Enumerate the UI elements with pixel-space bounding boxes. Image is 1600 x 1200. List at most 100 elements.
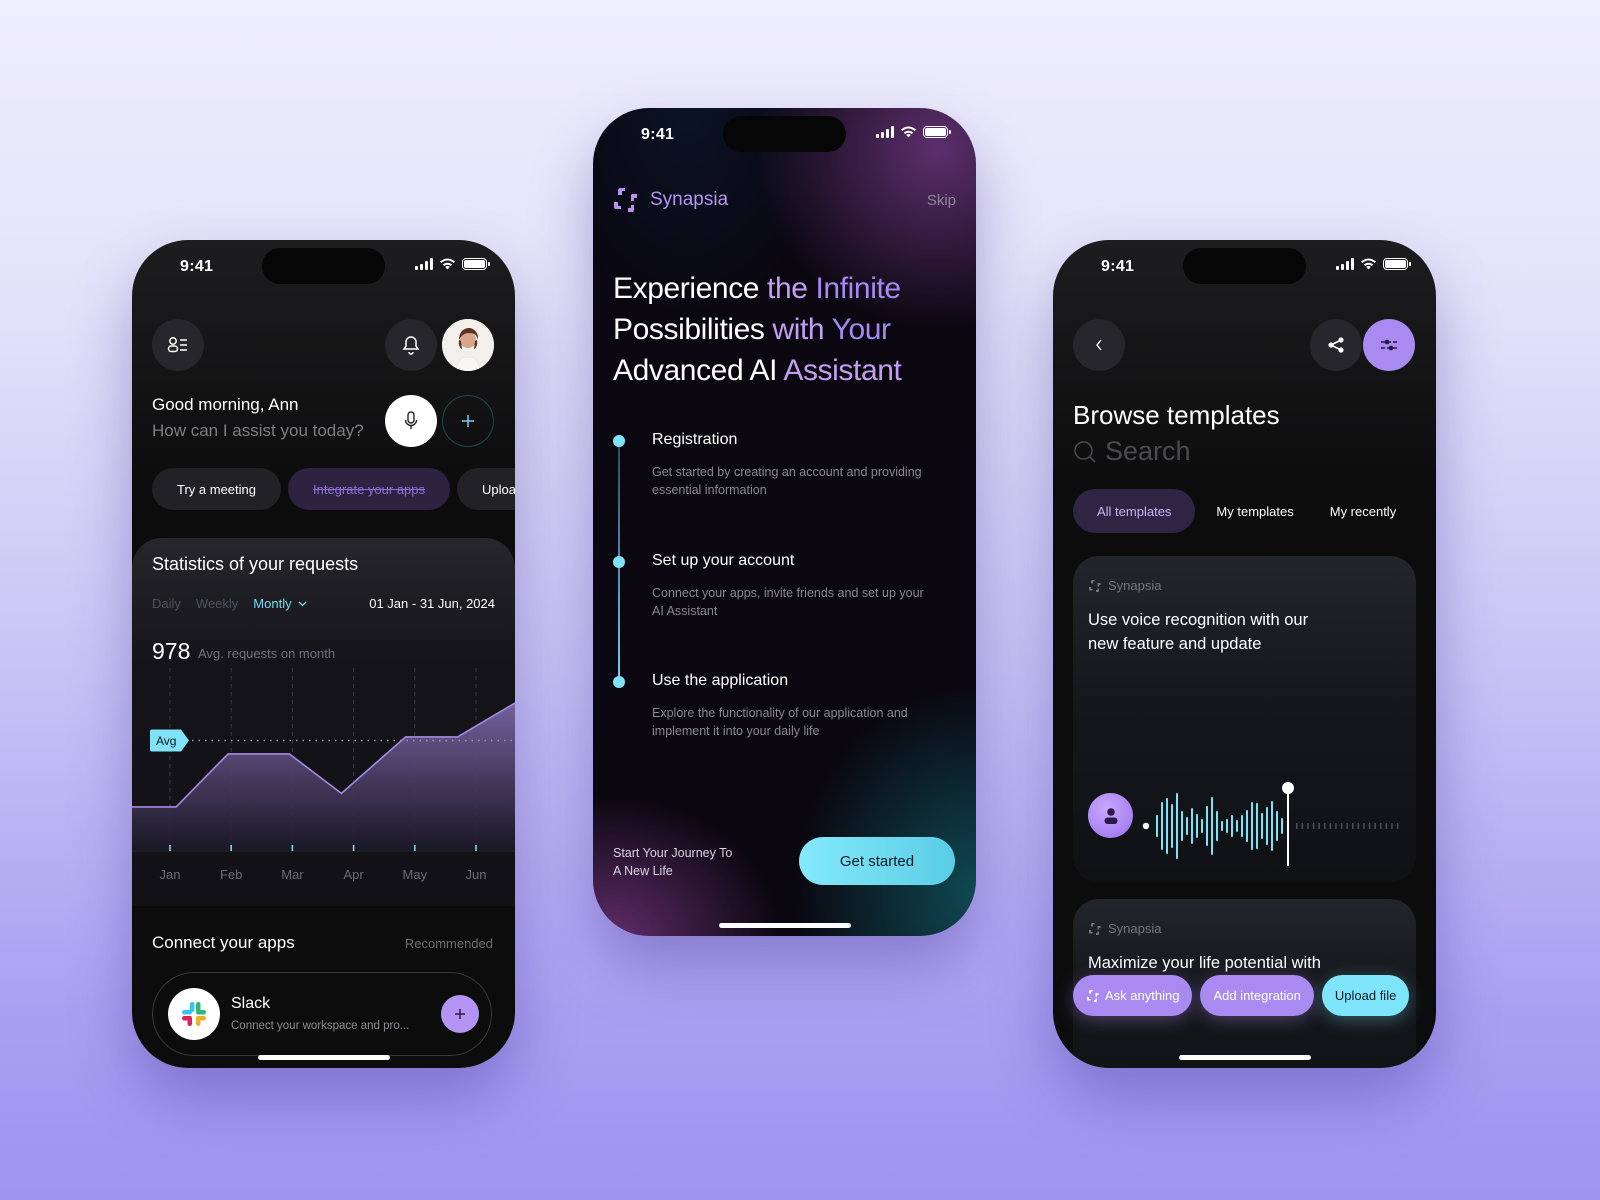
waveform-bar	[1211, 797, 1213, 855]
template-card[interactable]: Synapsia Use voice recognition with our …	[1073, 556, 1416, 882]
waveform-bar	[1241, 815, 1243, 837]
x-tick-label: Mar	[281, 867, 304, 882]
templates-phone: 9:41 Browse templates Search All templat…	[1053, 240, 1436, 1068]
waveform-bar	[1206, 806, 1208, 846]
battery-icon	[923, 126, 951, 138]
period-monthly[interactable]: Montly	[253, 596, 307, 611]
waveform-bar	[1271, 801, 1273, 851]
get-started-button[interactable]: Get started	[799, 837, 955, 885]
waveform-bar	[1171, 804, 1173, 848]
tab-all-templates[interactable]: All templates	[1073, 489, 1196, 533]
synapsia-logo-icon	[1087, 989, 1099, 1002]
period-selector: Daily Weekly Montly	[152, 596, 307, 611]
waveform-bar-unplayed	[1307, 823, 1309, 829]
tab-my-recently[interactable]: My recently	[1310, 489, 1412, 533]
share-button[interactable]	[1310, 319, 1362, 371]
greeting-title: Good morning, Ann	[152, 395, 299, 414]
stats-title: Statistics of your requests	[152, 554, 359, 574]
bell-icon	[402, 336, 420, 355]
period-daily[interactable]: Daily	[152, 596, 181, 611]
plus-icon	[462, 415, 474, 427]
dynamic-island	[723, 116, 846, 152]
headline: Experience the Infinite Possibilities wi…	[613, 268, 953, 391]
ask-anything-label: Ask anything	[1105, 988, 1180, 1003]
signal-icon	[876, 126, 894, 138]
ask-anything-button[interactable]: Ask anything	[1073, 975, 1193, 1016]
waveform-bar	[1226, 819, 1228, 833]
date-range[interactable]: 01 Jan - 31 Jun, 2024	[369, 596, 495, 611]
waveform-bar-unplayed	[1385, 823, 1388, 829]
waveform-bar	[1266, 807, 1268, 845]
waveform-bar-unplayed	[1380, 823, 1382, 829]
step-description: Connect your apps, invite friends and se…	[652, 586, 924, 618]
upload-file-button[interactable]: Upload file	[1321, 975, 1410, 1016]
waveform-bar	[1231, 815, 1233, 837]
step-dot	[613, 435, 625, 447]
app-row-slack[interactable]: Slack Connect your workspace and pro...	[152, 972, 492, 1056]
add-integration-button[interactable]: Add integration	[1200, 975, 1314, 1016]
waveform-bar	[1156, 815, 1158, 837]
waveform-bar	[1176, 793, 1178, 859]
home-indicator	[257, 1055, 390, 1060]
x-tick-label: Jun	[466, 867, 487, 882]
brand: Synapsia	[612, 186, 728, 214]
avatar[interactable]	[442, 319, 494, 371]
skip-button[interactable]: Skip	[927, 192, 956, 209]
avg-tag-label: Avg	[156, 734, 176, 748]
card-text: Maximize your life potential with	[1088, 954, 1321, 972]
x-tick-label: Feb	[220, 867, 242, 882]
microphone-icon	[404, 411, 418, 429]
search-field[interactable]: Search	[1073, 436, 1191, 467]
quick-actions: Ask anything Add integration Upload file	[1073, 975, 1410, 1016]
signal-icon	[1336, 258, 1354, 270]
period-weekly[interactable]: Weekly	[196, 596, 238, 611]
back-button[interactable]	[1073, 319, 1125, 371]
status-icons	[876, 126, 951, 138]
notifications-button[interactable]	[385, 319, 437, 371]
waveform-bar	[1246, 810, 1248, 842]
waveform-bar-unplayed	[1396, 823, 1399, 829]
waveform-bar-unplayed	[1296, 823, 1298, 829]
home-screen-phone: 9:41 Good morning, Ann How can I assist …	[132, 240, 515, 1068]
profile-list-icon	[167, 337, 187, 353]
avg-value: 978	[152, 638, 191, 664]
headline-segment: Assistant	[783, 354, 902, 387]
waveform-bar-unplayed	[1340, 823, 1343, 829]
chip-upload[interactable]: Upload	[457, 468, 515, 510]
card-brand-name: Synapsia	[1108, 578, 1162, 593]
template-tabs: All templates My templates My recently	[1073, 489, 1412, 533]
recommended-link[interactable]: Recommended	[405, 936, 493, 951]
tab-my-templates[interactable]: My templates	[1195, 489, 1309, 533]
battery-icon	[462, 258, 490, 270]
waveform-bar-unplayed	[1318, 823, 1320, 829]
filter-button[interactable]	[1363, 319, 1415, 371]
waveform-bar	[1191, 808, 1193, 844]
waveform-bar	[1196, 814, 1198, 838]
step-description: Get started by creating an account and p…	[652, 465, 922, 497]
waveform-bar-unplayed	[1391, 823, 1393, 829]
playhead-handle[interactable]	[1282, 782, 1294, 794]
headline-segment: the	[767, 272, 816, 305]
synapsia-logo-icon	[614, 188, 637, 212]
waveform-bar-unplayed	[1368, 823, 1371, 829]
headline-segment: Your	[831, 313, 891, 346]
waveform-bar-unplayed	[1335, 823, 1337, 829]
wifi-icon	[1361, 258, 1376, 270]
profile-menu-button[interactable]	[152, 319, 204, 371]
status-icons	[415, 258, 490, 270]
dynamic-island	[262, 248, 385, 284]
waveform-bar-unplayed	[1357, 823, 1360, 829]
signal-icon	[415, 258, 433, 270]
voice-input-button[interactable]	[385, 395, 437, 447]
search-input[interactable]: Search	[1105, 436, 1191, 467]
voice-waveform[interactable]	[1139, 766, 1409, 866]
waveform-bar	[1261, 813, 1263, 839]
waveform-bar	[1186, 817, 1188, 835]
chip-try-meeting[interactable]: Try a meeting	[152, 468, 281, 510]
status-time: 9:41	[1101, 258, 1135, 275]
chip-integrate-apps[interactable]: Integrate your apps	[288, 468, 451, 510]
add-button[interactable]	[442, 395, 494, 447]
add-app-button[interactable]	[441, 995, 479, 1033]
waveform-bar	[1216, 811, 1218, 841]
waveform-bar	[1236, 820, 1238, 832]
